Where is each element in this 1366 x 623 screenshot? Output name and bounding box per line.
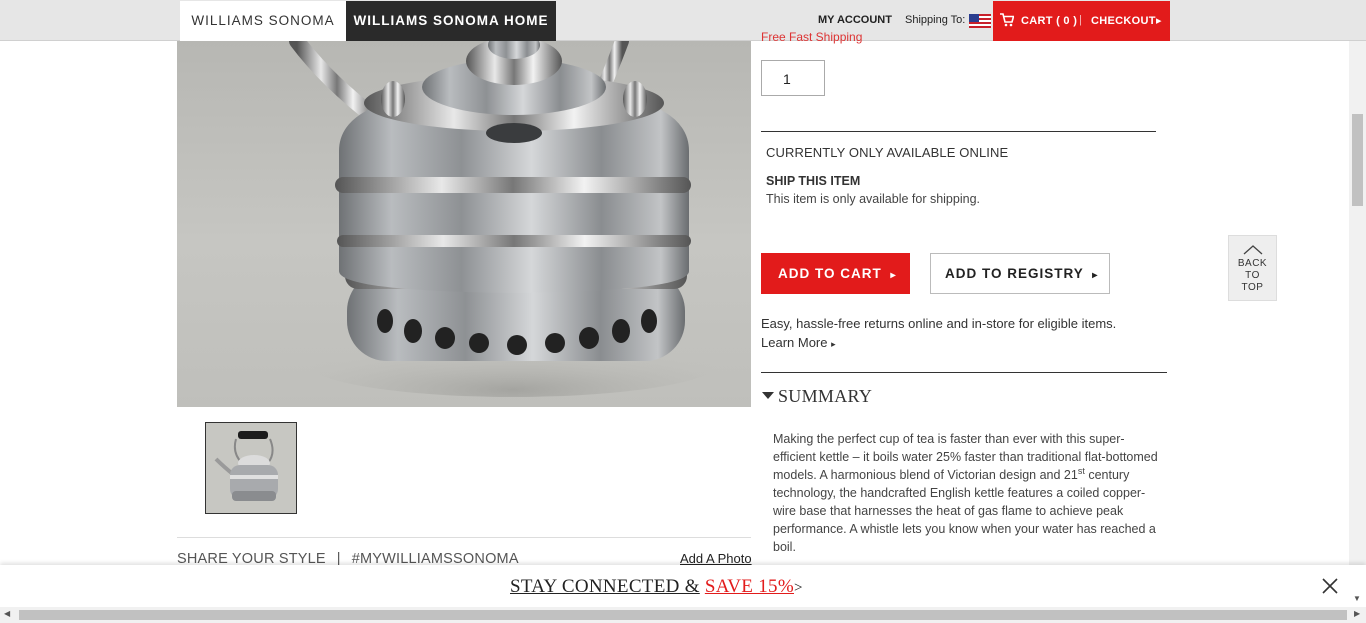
returns-text: Easy, hassle-free returns online and in-…: [761, 316, 1117, 331]
add-to-cart-button[interactable]: ADD TO CART ▸: [761, 253, 910, 294]
chevron-right-icon: ▸: [890, 270, 897, 281]
kettle-thumbnail-illustration: [206, 423, 296, 513]
page: WILLIAMS SONOMA WILLIAMS SONOMA HOME MY …: [0, 0, 1366, 623]
close-icon[interactable]: [1321, 577, 1339, 595]
back-to-top-line3: TOP: [1241, 282, 1264, 293]
back-to-top-button[interactable]: BACK TO TOP: [1228, 235, 1277, 301]
scroll-left-arrow-icon[interactable]: ◀: [4, 609, 10, 618]
product-thumbnail[interactable]: [205, 422, 297, 514]
us-flag-icon[interactable]: [969, 14, 991, 28]
divider: [177, 537, 751, 538]
vertical-scrollbar-thumb[interactable]: [1352, 114, 1363, 206]
banner-arrow: >: [794, 580, 803, 596]
chevron-right-icon: ▸: [1092, 270, 1099, 281]
ship-item-note: This item is only available for shipping…: [766, 192, 980, 206]
product-main-image[interactable]: [177, 41, 751, 407]
chevron-right-icon: ▸: [1156, 15, 1162, 27]
stay-connected-link[interactable]: STAY CONNECTED & SAVE 15%>: [510, 576, 803, 598]
divider: [761, 372, 1167, 373]
divider: [761, 131, 1156, 132]
cart-link[interactable]: CART ( 0 ): [1021, 15, 1077, 27]
ship-item-heading: SHIP THIS ITEM: [766, 174, 861, 188]
cart-separator: |: [1079, 14, 1082, 26]
add-to-cart-label: ADD TO CART: [778, 266, 882, 281]
kettle-illustration: [289, 41, 723, 397]
back-to-top-line2: TO: [1245, 270, 1260, 281]
shipping-promo-text: Free Fast Shipping: [761, 30, 863, 44]
scroll-down-arrow-icon[interactable]: ▼: [1353, 594, 1361, 603]
add-to-registry-label: ADD TO REGISTRY: [945, 266, 1084, 281]
add-photo-link[interactable]: Add A Photo: [680, 551, 752, 566]
shipping-to-label: Shipping To:: [905, 14, 966, 26]
summary-superscript: st: [1077, 466, 1085, 476]
chevron-right-icon: ▸: [831, 339, 836, 349]
scroll-right-arrow-icon[interactable]: ▶: [1354, 609, 1360, 618]
cart-icon[interactable]: [1000, 13, 1014, 27]
save-offer-label: SAVE 15%: [704, 576, 794, 597]
caret-down-icon[interactable]: [762, 392, 774, 399]
summary-toggle[interactable]: SUMMARY: [778, 386, 872, 407]
chevron-up-icon: [1243, 245, 1263, 255]
stay-connected-banner[interactable]: STAY CONNECTED & SAVE 15%>: [0, 565, 1366, 607]
back-to-top-line1: BACK: [1237, 258, 1268, 269]
brand-tab-williams-sonoma-home[interactable]: WILLIAMS SONOMA HOME: [346, 1, 556, 41]
checkout-link[interactable]: CHECKOUT: [1091, 15, 1156, 27]
brand-tab-williams-sonoma[interactable]: WILLIAMS SONOMA: [180, 1, 346, 41]
add-to-registry-button[interactable]: ADD TO REGISTRY ▸: [930, 253, 1110, 294]
stay-connected-label: STAY CONNECTED &: [510, 576, 700, 597]
learn-more-link[interactable]: Learn More ▸: [761, 335, 836, 350]
cart-checkout-box: CART ( 0 ) | CHECKOUT ▸: [993, 1, 1170, 41]
top-bar: WILLIAMS SONOMA WILLIAMS SONOMA HOME MY …: [0, 0, 1366, 41]
learn-more-label: Learn More: [761, 335, 828, 350]
availability-text: CURRENTLY ONLY AVAILABLE ONLINE: [766, 145, 1009, 160]
horizontal-scrollbar-thumb[interactable]: [19, 610, 1347, 620]
summary-text: Making the perfect cup of tea is faster …: [773, 430, 1165, 556]
my-account-link[interactable]: MY ACCOUNT: [818, 14, 892, 26]
quantity-input[interactable]: 1: [761, 60, 825, 96]
